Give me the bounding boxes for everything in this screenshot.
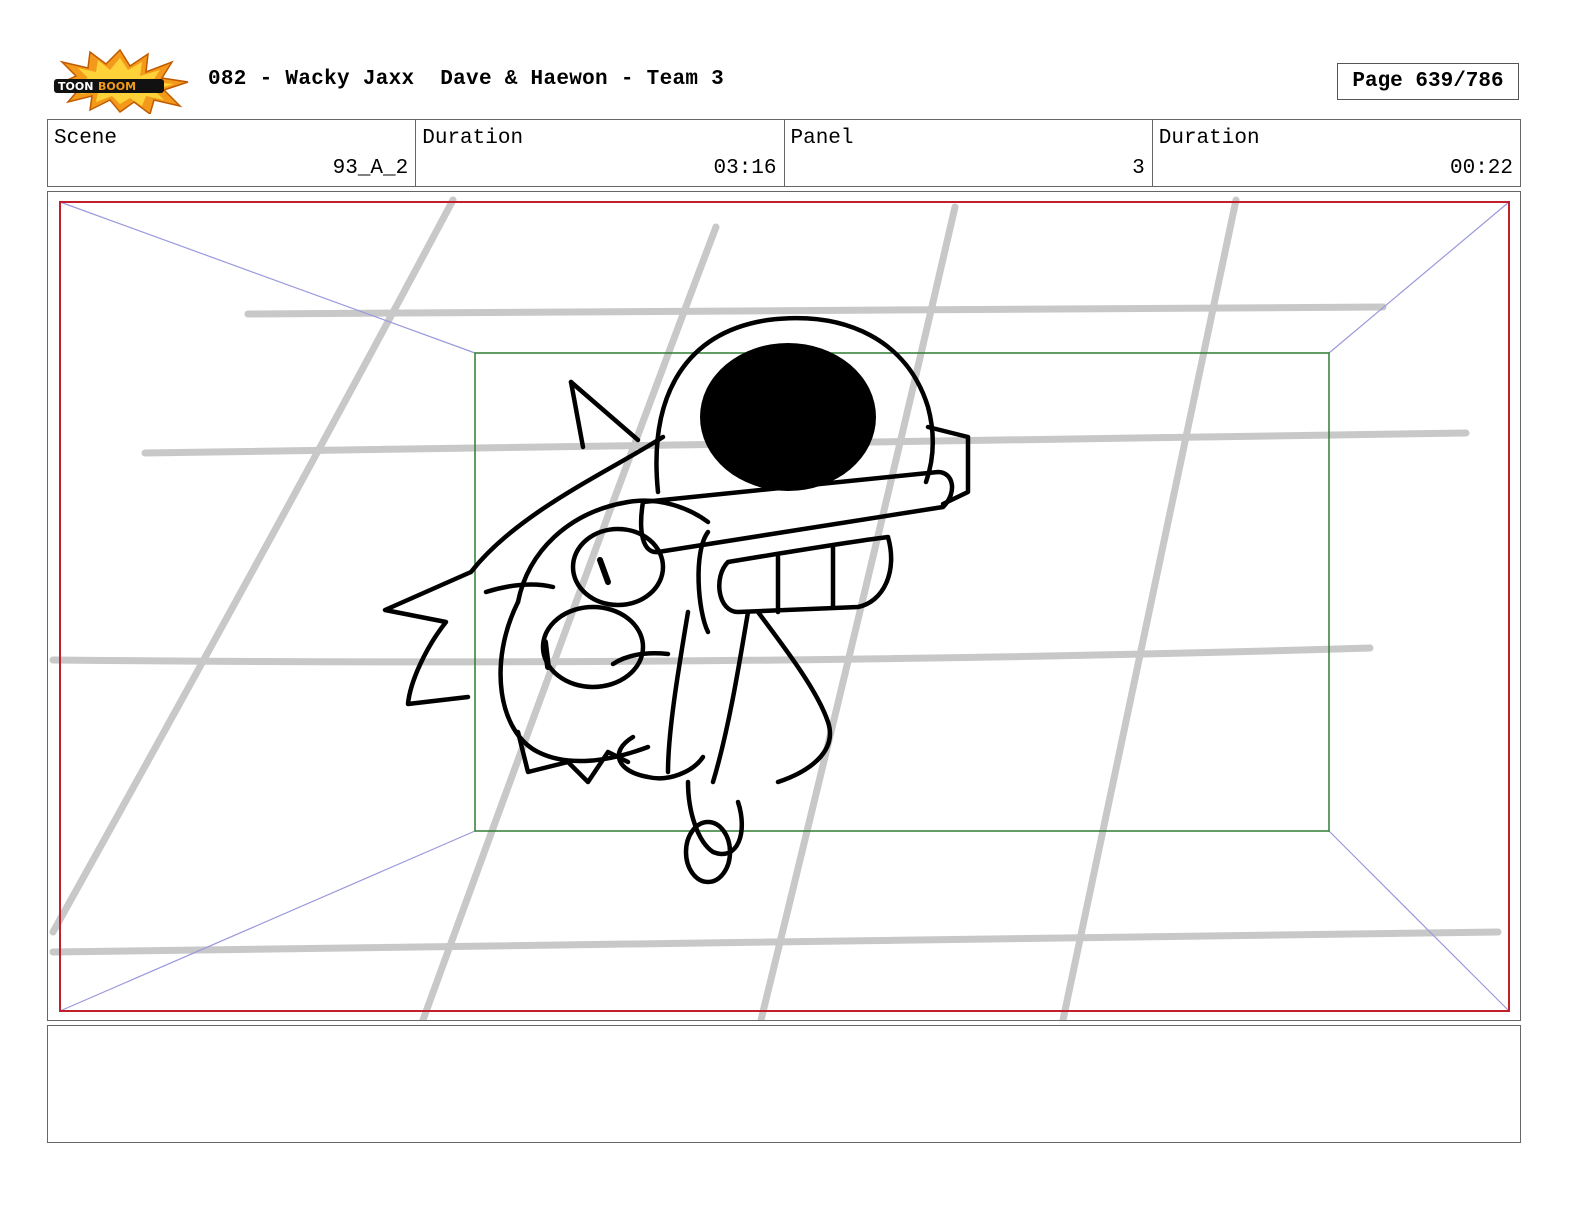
scene-duration-label: Duration — [422, 127, 524, 150]
camera-frame — [59, 201, 1510, 1012]
panel-drawing — [49, 196, 1510, 1020]
panel-duration-label: Duration — [1158, 127, 1260, 150]
panel-label: Panel — [790, 127, 854, 150]
page-indicator: Page 639/786 — [1337, 63, 1519, 100]
scene-duration-value: 03:16 — [713, 157, 777, 180]
scene-label: Scene — [54, 127, 118, 150]
panel-cell: Panel 3 — [785, 120, 1153, 186]
scene-duration-cell: Duration 03:16 — [416, 120, 785, 186]
panel-value: 3 — [1132, 157, 1145, 180]
scene-info-bar: Scene 93_A_2 Duration 03:16 Panel 3 Dura… — [47, 119, 1521, 187]
storyboard-panel[interactable] — [47, 191, 1521, 1021]
toonboom-logo: TOON BOOM — [50, 48, 190, 116]
panel-duration-value: 00:22 — [1449, 157, 1513, 180]
storyboard-title: 082 - Wacky Jaxx Dave & Haewon - Team 3 — [208, 68, 725, 91]
perspective-lines — [59, 201, 1510, 1012]
svg-text:TOON: TOON — [58, 80, 93, 93]
character-sketch — [382, 315, 971, 885]
scene-value: 93_A_2 — [332, 157, 409, 180]
panel-duration-cell: Duration 00:22 — [1153, 120, 1520, 186]
scene-cell: Scene 93_A_2 — [48, 120, 417, 186]
svg-text:BOOM: BOOM — [98, 80, 136, 93]
panel-notes-area[interactable] — [47, 1025, 1521, 1143]
helmet-visor — [700, 343, 876, 491]
